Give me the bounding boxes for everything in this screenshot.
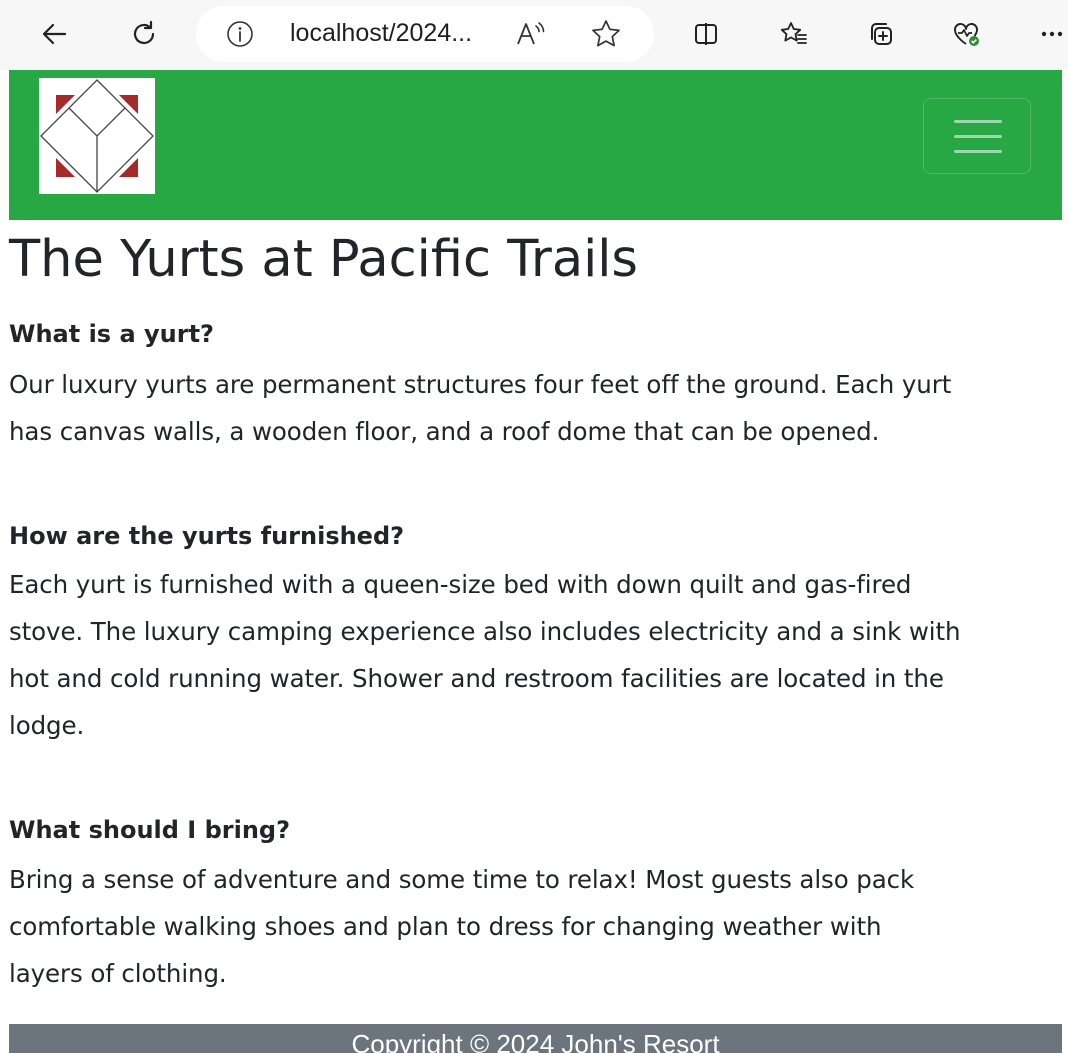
favorites-icon[interactable] (774, 12, 814, 56)
section-heading: How are the yurts furnished? (9, 522, 405, 550)
back-arrow-icon[interactable] (34, 12, 74, 56)
refresh-icon[interactable] (124, 12, 164, 56)
body-line: Our luxury yurts are permanent structure… (9, 370, 952, 399)
body-line: stove. The luxury camping experience als… (9, 617, 961, 646)
section-body: Each yurt is furnished with a queen-size… (9, 561, 1061, 749)
web-page: The Yurts at Pacific Trails What is a yu… (9, 70, 1062, 1053)
body-line: comfortable walking shoes and plan to dr… (9, 912, 882, 941)
body-line: layers of clothing. (9, 959, 227, 988)
collections-icon[interactable] (861, 12, 901, 56)
read-aloud-icon[interactable] (514, 18, 546, 50)
hamburger-menu-icon[interactable] (923, 98, 1031, 174)
address-bar[interactable]: localhost/2024... (196, 6, 654, 62)
url-text[interactable]: localhost/2024... (290, 19, 472, 48)
body-line: lodge. (9, 711, 85, 740)
body-line: Bring a sense of adventure and some time… (9, 865, 915, 894)
navbar (9, 70, 1062, 220)
body-line: Each yurt is furnished with a queen-size… (9, 570, 912, 599)
section-body: Our luxury yurts are permanent structure… (9, 361, 1061, 455)
body-line: hot and cold running water. Shower and r… (9, 664, 944, 693)
footer: Copyright © 2024 John's Resort (9, 1024, 1062, 1053)
page-title: The Yurts at Pacific Trails (9, 230, 638, 289)
split-screen-icon[interactable] (686, 12, 726, 56)
browser-toolbar: localhost/2024... (0, 0, 1068, 70)
body-line: has canvas walls, a wooden floor, and a … (9, 417, 880, 446)
section-heading: What is a yurt? (9, 320, 214, 348)
browser-essentials-icon[interactable] (946, 12, 986, 56)
section-body: Bring a sense of adventure and some time… (9, 856, 1061, 997)
more-icon[interactable] (1032, 12, 1068, 56)
section-heading: What should I bring? (9, 816, 291, 844)
info-icon[interactable] (226, 20, 254, 48)
favorite-star-icon[interactable] (590, 18, 622, 50)
copyright-text: Copyright © 2024 John's Resort (351, 1029, 720, 1053)
resort-logo-icon[interactable] (39, 78, 155, 194)
